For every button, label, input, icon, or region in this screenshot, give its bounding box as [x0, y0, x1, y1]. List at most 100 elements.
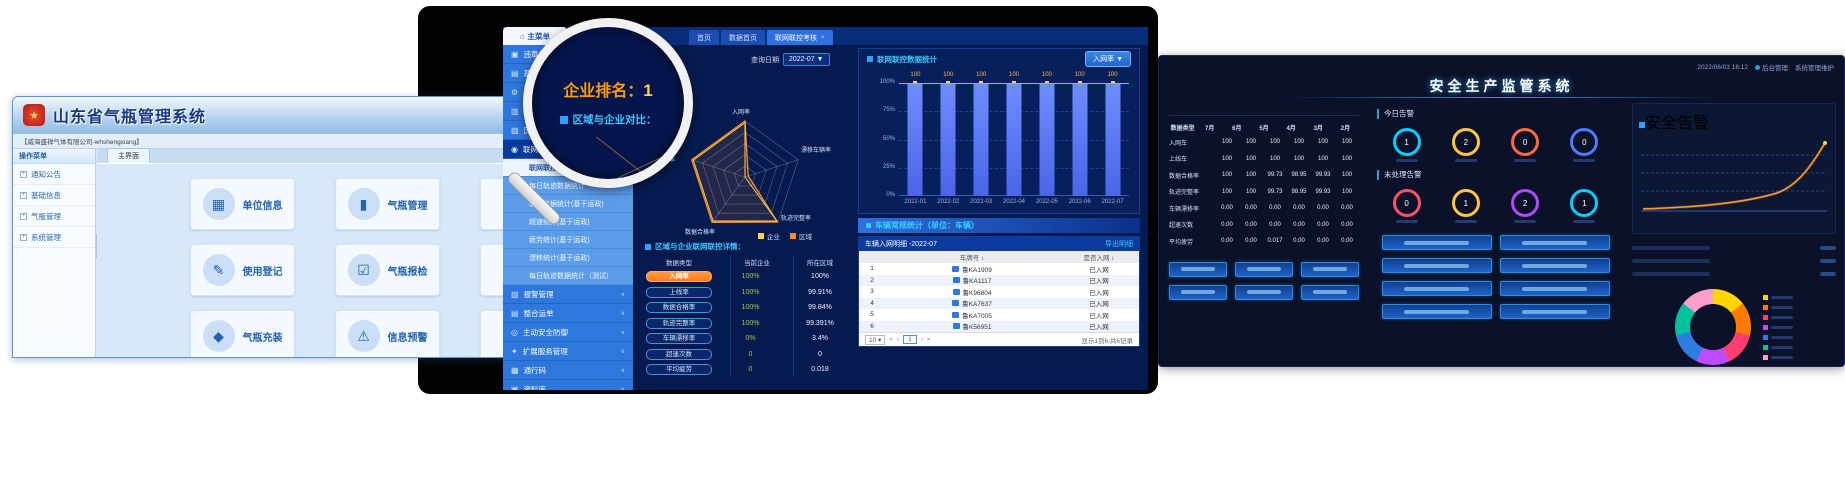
region-value: 99.391%	[789, 320, 851, 327]
tab-main-view[interactable]: 主界面	[107, 148, 150, 163]
nav-item-label: 资料库	[524, 384, 621, 391]
nav-item[interactable]: ▤ 整合运单 ∨	[503, 304, 633, 323]
first-page-button[interactable]: «	[889, 336, 893, 343]
metric-pill-button[interactable]: 平均疲劳	[646, 364, 712, 375]
nav-item[interactable]: ▦ 通行码 ∨	[503, 361, 633, 380]
action-button[interactable]	[1301, 262, 1359, 277]
table-row[interactable]: 5 鲁KA7005 已入网	[859, 309, 1139, 321]
monthly-header-cell: 7月	[1196, 123, 1223, 132]
submenu-item[interactable]: 疲劳统计(基于运政)	[503, 231, 633, 249]
ring-label-placeholder	[1514, 159, 1536, 162]
cell-value: 99.73	[1263, 189, 1287, 195]
bar-value-label: 100	[998, 72, 1031, 78]
plate-column-header[interactable]: 车牌号 ↕	[885, 252, 1059, 262]
module-tile[interactable]: ▮ 气瓶管理	[335, 178, 440, 230]
monthly-header-cell: 3月	[1305, 123, 1332, 132]
nav-item[interactable]: ▣ 资料库 ∨	[503, 380, 633, 390]
submenu-item[interactable]: 轨迹数据统计(基于运政)	[503, 195, 633, 213]
open-tabs: 首页数据首页 联网联控考核 ×	[689, 30, 833, 45]
action-button[interactable]	[1235, 285, 1293, 300]
module-tile[interactable]: ⚠ 信息预警	[335, 310, 440, 358]
car-icon	[953, 323, 960, 329]
system-maintenance-menu[interactable]: 系统管理维护	[1795, 62, 1834, 72]
action-button[interactable]	[1382, 304, 1492, 319]
workspace-tab[interactable]: 首页	[689, 30, 719, 45]
section-today-alerts: 今日告警	[1377, 109, 1614, 119]
sidebar-menu-item[interactable]: + 通知公告	[13, 164, 95, 185]
expand-plus-icon[interactable]: +	[20, 234, 27, 241]
chart-title: 联网联控数据统计	[877, 54, 1081, 65]
cell-value: 100	[1215, 172, 1239, 178]
export-button[interactable]: 导出明细	[1105, 239, 1133, 249]
action-button[interactable]	[1382, 235, 1492, 250]
workspace-tab[interactable]: 数据首页	[721, 30, 765, 45]
sidebar-menu-item[interactable]: + 基础信息	[13, 185, 95, 206]
globe-icon: ◉	[511, 145, 518, 154]
action-button[interactable]	[1382, 258, 1492, 273]
action-button[interactable]	[1169, 285, 1227, 300]
module-tile[interactable]: ▦ 单位信息	[190, 178, 295, 230]
action-button[interactable]	[1500, 235, 1610, 250]
metric-pill-button[interactable]: 轨迹完整率	[646, 318, 712, 329]
module-tile[interactable]: ☑ 气瓶报检	[335, 244, 440, 296]
date-select[interactable]: 2022-07 ▼	[783, 53, 830, 66]
company-value: 100%	[712, 320, 789, 327]
table-row[interactable]: 1 鲁KA1909 已入网	[859, 263, 1139, 275]
expand-plus-icon[interactable]: +	[20, 171, 27, 178]
vehicle-panel-header: 车辆入网明细 -2022-07 导出明细	[859, 237, 1139, 251]
table-row: 数据合格率 100 100 99.73 98.95 99.93 100	[1169, 167, 1359, 184]
nav-item[interactable]: ✦ 扩展服务管理 ∨	[503, 342, 633, 361]
submenu-item[interactable]: 每日轨迹数据统计（测试）	[503, 267, 633, 285]
table-row[interactable]: 6 鲁K56951 已入网	[859, 321, 1139, 333]
action-button[interactable]	[1382, 281, 1492, 296]
table-row: 车辆漂移率 0.00 0.00 0.00 0.00 0.00 0.00	[1169, 200, 1359, 217]
ring-label-placeholder	[1396, 159, 1418, 162]
admin-menu[interactable]: 后台管理	[1755, 62, 1788, 72]
sidebar-menu-item[interactable]: + 系统管理	[13, 227, 95, 248]
close-tab-icon[interactable]: ×	[821, 35, 825, 41]
action-button[interactable]	[1301, 285, 1359, 300]
action-button[interactable]	[1235, 262, 1293, 277]
metric-dropdown[interactable]: 入网率 ▼	[1085, 51, 1131, 67]
active-workspace-tab[interactable]: 联网联控考核 ×	[767, 30, 833, 45]
action-button[interactable]	[1500, 258, 1610, 273]
module-tile-label: 气瓶管理	[388, 197, 428, 212]
table-row[interactable]: 4 鲁KA7637 已入网	[859, 298, 1139, 310]
submenu-item[interactable]: 漂移统计(基于运政)	[503, 249, 633, 267]
expand-plus-icon[interactable]: +	[20, 213, 27, 220]
cell-value: 0.00	[1215, 222, 1239, 228]
legend-color-swatch	[1763, 325, 1768, 330]
quick-action-buttons	[1169, 262, 1359, 300]
ring-gauge: 0	[1570, 128, 1598, 156]
expand-plus-icon[interactable]: +	[20, 192, 27, 199]
metric-pill-button[interactable]: 上线率	[646, 287, 712, 298]
page-size-select[interactable]: 10 ▾	[865, 335, 885, 345]
table-row[interactable]: 3 鲁K96804 已入网	[859, 286, 1139, 298]
prev-page-button[interactable]: ‹	[897, 336, 899, 343]
metric-pill-button[interactable]: 车辆漂移率	[646, 333, 712, 344]
submenu-item[interactable]: 超速统计(基于运政)	[503, 213, 633, 231]
last-page-button[interactable]: »	[927, 336, 931, 343]
status-column-header[interactable]: 是否入网 ↕	[1059, 252, 1139, 262]
metric-row	[1632, 267, 1836, 280]
page-number-input[interactable]: 1	[903, 335, 917, 344]
tile-content-area: ▦ 单位信息 ▮ 气瓶管理 ●	[97, 164, 559, 358]
action-button[interactable]	[1169, 262, 1227, 277]
ring-label-placeholder	[1455, 220, 1477, 223]
sidebar-menu-item[interactable]: + 气瓶管理	[13, 206, 95, 227]
chevron-down-icon: ∨	[621, 348, 625, 355]
metric-pill-button[interactable]: 超速次数	[646, 349, 712, 360]
cell-value: 0.00	[1311, 222, 1335, 228]
action-button[interactable]	[1500, 304, 1610, 319]
nav-item[interactable]: ◎ 主动安全防御 ∨	[503, 323, 633, 342]
company-value: 0%	[712, 335, 789, 342]
next-page-button[interactable]: ›	[921, 336, 923, 343]
table-row[interactable]: 2 鲁KA1117 已入网	[859, 275, 1139, 287]
module-tile[interactable]: ◆ 气瓶充装	[190, 310, 295, 358]
vehicle-detail-tab[interactable]: 车辆入网明细 -2022-07	[865, 239, 937, 249]
action-button[interactable]	[1500, 281, 1610, 296]
metric-pill-button[interactable]: 数据合格率	[646, 302, 712, 313]
metric-pill-button[interactable]: 入网率	[646, 271, 712, 282]
nav-item[interactable]: ▨ 报警管理 ∨	[503, 285, 633, 304]
module-tile[interactable]: ✎ 使用登记	[190, 244, 295, 296]
